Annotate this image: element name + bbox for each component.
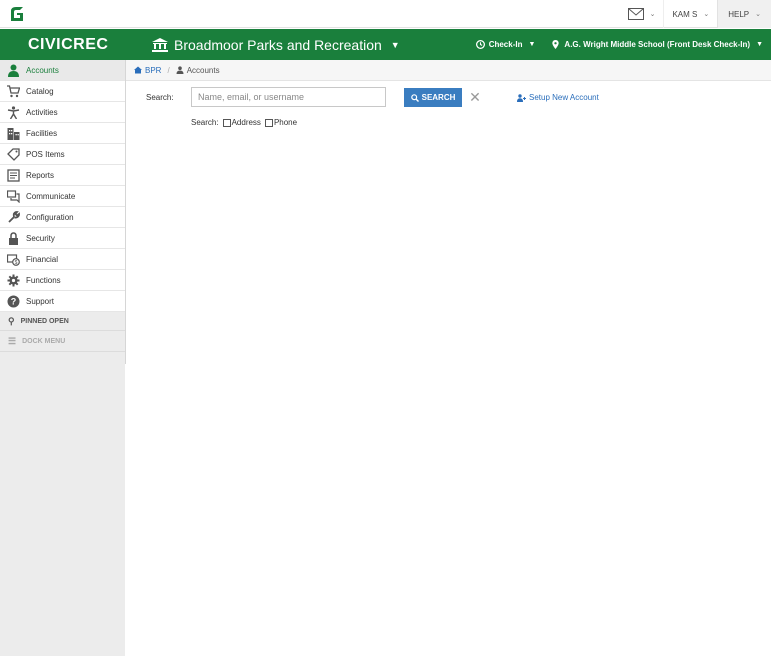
sidebar-item-configuration[interactable]: Configuration xyxy=(0,207,125,228)
breadcrumb-current-label: Accounts xyxy=(186,65,220,75)
sidebar-item-accounts[interactable]: Accounts xyxy=(0,60,125,81)
add-user-icon xyxy=(517,93,526,102)
phone-option-label: Phone xyxy=(273,118,298,127)
chat-icon xyxy=(6,189,20,203)
sidebar: Accounts Catalog Activities Facilities P… xyxy=(0,60,126,656)
clock-icon xyxy=(475,40,485,49)
sidebar-filler xyxy=(0,352,125,656)
header-bar: CIVICREC Broadmoor Parks and Recreation … xyxy=(0,29,771,60)
sidebar-item-financial[interactable]: $ Financial xyxy=(0,249,125,270)
person-icon xyxy=(7,64,19,77)
dock-menu-label: DOCK MENU xyxy=(22,337,66,345)
sidebar-item-support[interactable]: ? Support xyxy=(0,291,125,312)
pinned-open-toggle[interactable]: ⚲ PINNED OPEN xyxy=(0,312,125,331)
sidebar-item-catalog[interactable]: Catalog xyxy=(0,81,125,102)
person-icon xyxy=(176,66,184,74)
caret-down-icon: ▼ xyxy=(756,41,763,48)
breadcrumb-current: Accounts xyxy=(176,66,220,75)
phone-checkbox[interactable] xyxy=(264,118,273,127)
tag-icon xyxy=(6,147,20,161)
checkin-label: Check-In xyxy=(488,40,523,49)
setup-new-account-link[interactable]: Setup New Account xyxy=(517,93,599,102)
caret-down-icon: ▼ xyxy=(528,41,536,48)
breadcrumb-root-label: BPR xyxy=(145,65,162,75)
sidebar-item-label: Security xyxy=(26,233,55,243)
search-button-label: SEARCH xyxy=(421,93,456,102)
address-option-label: Address xyxy=(231,118,261,127)
sidebar-item-reports[interactable]: Reports xyxy=(0,165,125,186)
org-name: Broadmoor Parks and Recreation xyxy=(174,36,382,53)
sidebar-item-pos-items[interactable]: POS Items xyxy=(0,144,125,165)
map-marker-icon xyxy=(552,40,560,49)
gear-icon xyxy=(7,274,19,286)
bank-icon xyxy=(152,37,168,52)
breadcrumb-separator: / xyxy=(167,65,170,75)
top-strip: ⌄ KAM S ⌄ HELP ⌄ xyxy=(0,0,771,28)
sidebar-item-label: Financial xyxy=(26,254,59,264)
address-option[interactable]: Address xyxy=(222,118,261,127)
sidebar-item-activities[interactable]: Activities xyxy=(0,102,125,123)
sidebar-item-label: Configuration xyxy=(26,212,74,222)
chevron-down-icon: ⌄ xyxy=(703,11,710,18)
sidebar-item-label: Accounts xyxy=(26,65,59,75)
wrench-icon xyxy=(7,210,20,223)
search-input[interactable] xyxy=(191,87,386,107)
user-name: KAM S xyxy=(672,9,698,19)
pin-icon: ⚲ xyxy=(8,315,15,326)
sidebar-item-label: Facilities xyxy=(26,128,58,138)
question-icon: ? xyxy=(7,295,19,307)
breadcrumb: BPR / Accounts xyxy=(126,60,771,81)
activity-icon xyxy=(7,105,19,119)
search-options: Search: Address Phone xyxy=(191,118,301,127)
mail-icon xyxy=(627,8,644,20)
location-menu[interactable]: A.G. Wright Middle School (Front Desk Ch… xyxy=(543,40,771,49)
search-icon xyxy=(410,93,419,102)
location-label: A.G. Wright Middle School (Front Desk Ch… xyxy=(564,40,751,49)
chevron-down-icon: ⌄ xyxy=(755,11,761,18)
building-icon xyxy=(7,127,19,140)
phone-option[interactable]: Phone xyxy=(264,118,298,127)
breadcrumb-home[interactable]: BPR xyxy=(134,66,161,75)
sidebar-item-label: Communicate xyxy=(26,191,76,201)
search-button[interactable]: SEARCH xyxy=(404,88,462,107)
mail-button[interactable]: ⌄ xyxy=(620,0,664,28)
clear-search-icon[interactable]: ✕ xyxy=(469,90,481,104)
setup-new-account-label: Setup New Account xyxy=(529,93,599,102)
cart-icon xyxy=(6,84,20,97)
sidebar-item-label: Catalog xyxy=(26,86,54,96)
lock-icon xyxy=(8,231,18,245)
help-menu[interactable]: HELP ⌄ xyxy=(717,0,771,28)
user-menu[interactable]: KAM S ⌄ xyxy=(663,0,717,28)
svg-text:$: $ xyxy=(14,260,17,266)
sidebar-item-communicate[interactable]: Communicate xyxy=(0,186,125,207)
address-checkbox[interactable] xyxy=(222,118,231,127)
help-label: HELP xyxy=(728,9,750,19)
sidebar-item-label: Reports xyxy=(26,170,55,180)
brand-title[interactable]: CIVICREC xyxy=(0,36,126,54)
caret-down-icon: ▼ xyxy=(390,39,400,50)
sidebar-item-security[interactable]: Security xyxy=(0,228,125,249)
svg-text:?: ? xyxy=(10,296,16,306)
sidebar-item-facilities[interactable]: Facilities xyxy=(0,123,125,144)
hamburger-icon: ☰ xyxy=(8,335,17,346)
org-selector[interactable]: Broadmoor Parks and Recreation ▼ xyxy=(152,37,400,53)
sidebar-item-label: Support xyxy=(26,296,55,306)
pinned-open-label: PINNED OPEN xyxy=(20,317,69,325)
search-label: Search: xyxy=(146,93,174,102)
home-icon xyxy=(134,66,142,74)
money-icon: $ xyxy=(6,253,20,266)
sidebar-item-label: Activities xyxy=(26,107,58,117)
sidebar-item-label: POS Items xyxy=(26,149,65,159)
checkin-menu[interactable]: Check-In ▼ xyxy=(468,40,544,49)
civicrec-logo-icon[interactable] xyxy=(8,5,26,23)
search-options-label: Search: xyxy=(191,118,219,127)
dock-menu-toggle[interactable]: ☰ DOCK MENU xyxy=(0,331,125,352)
sidebar-item-label: Functions xyxy=(26,275,61,285)
report-icon xyxy=(6,168,20,182)
chevron-down-icon: ⌄ xyxy=(649,11,656,18)
sidebar-item-functions[interactable]: Functions xyxy=(0,270,125,291)
